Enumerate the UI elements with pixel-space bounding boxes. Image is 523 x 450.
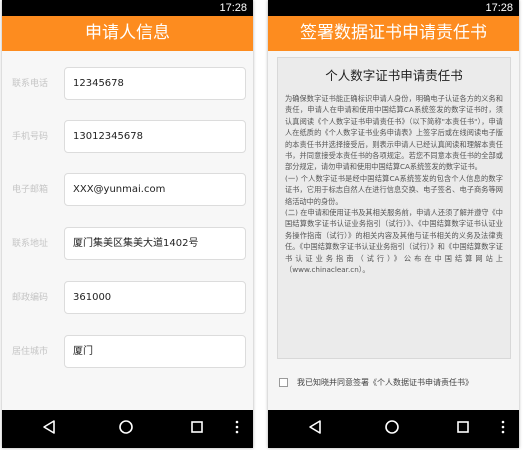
phone-row: 联系电话 12345678 — [2, 67, 253, 100]
status-time: 17:28 — [219, 2, 247, 14]
overflow-dots-icon[interactable] — [234, 419, 240, 439]
agreement-paragraph-two: (二) 在申请和使用证书及其相关服务前，申请人还须了解并遵守《中国结算数字证书认… — [285, 208, 503, 275]
navigation-bar — [268, 410, 519, 448]
postcode-label: 邮政编码 — [12, 293, 49, 303]
address-row: 联系地址 厦门集美区集美大道1402号 — [2, 227, 253, 260]
home-circle-icon[interactable] — [118, 419, 134, 439]
agree-label: 我已知晓并同意签署《个人数据证书申请责任书》 — [297, 378, 473, 387]
agreement-document[interactable]: 个人数字证书申请责任书 为确保数字证书能正确标识申请人身份，明确电子认证各方的义… — [277, 57, 511, 359]
agreement-content: 个人数字证书申请责任书 为确保数字证书能正确标识申请人身份，明确电子认证各方的义… — [268, 51, 519, 410]
mobile-input[interactable]: 13012345678 — [64, 120, 246, 153]
status-time: 17:28 — [485, 2, 513, 14]
agree-row[interactable]: 我已知晓并同意签署《个人数据证书申请责任书》 — [277, 376, 511, 390]
email-row: 电子邮箱 XXX@yunmai.com — [2, 173, 253, 206]
phone-label: 联系电话 — [12, 79, 49, 89]
document-title: 个人数字证书申请责任书 — [325, 68, 463, 83]
page-title: 申请人信息 — [2, 16, 253, 51]
home-circle-icon[interactable] — [384, 419, 400, 439]
agreement-paragraph-intro: 为确保数字证书能正确标识申请人身份，明确电子认证各方的义务和责任，申请人在申请和… — [285, 94, 503, 172]
overflow-dots-icon[interactable] — [500, 419, 506, 439]
city-label: 居住城市 — [12, 347, 49, 357]
postcode-row: 邮政编码 361000 — [2, 281, 253, 314]
recents-square-icon[interactable] — [190, 419, 204, 439]
phone-input[interactable]: 12345678 — [64, 67, 246, 100]
recents-square-icon[interactable] — [456, 419, 470, 439]
sign-agreement-screen: 17:28 签署数据证书申请责任书 个人数字证书申请责任书 为确保数字证书能正确… — [268, 0, 519, 448]
address-label: 联系地址 — [12, 239, 49, 249]
email-label: 电子邮箱 — [12, 185, 49, 195]
navigation-bar — [2, 410, 253, 448]
applicant-info-screen: 17:28 申请人信息 联系电话 12345678 手机号码 130123456… — [2, 0, 253, 448]
agree-checkbox[interactable] — [279, 378, 288, 387]
status-bar: 17:28 — [268, 0, 519, 16]
mobile-label: 手机号码 — [12, 132, 49, 142]
status-bar: 17:28 — [2, 0, 253, 16]
mobile-row: 手机号码 13012345678 — [2, 120, 253, 153]
agreement-paragraph-one: (一) 个人数字证书是经中国结算CA系统签发的包含个人信息的数字证书，它用于标志… — [285, 173, 503, 206]
city-row: 居住城市 厦门 — [2, 335, 253, 368]
back-triangle-icon[interactable] — [308, 419, 322, 439]
postcode-input[interactable]: 361000 — [64, 281, 246, 314]
back-triangle-icon[interactable] — [42, 419, 56, 439]
page-title: 签署数据证书申请责任书 — [268, 16, 519, 51]
email-input[interactable]: XXX@yunmai.com — [64, 173, 246, 206]
applicant-form: 联系电话 12345678 手机号码 13012345678 电子邮箱 XXX@… — [2, 51, 253, 410]
city-input[interactable]: 厦门 — [64, 335, 246, 368]
address-input[interactable]: 厦门集美区集美大道1402号 — [64, 227, 246, 260]
